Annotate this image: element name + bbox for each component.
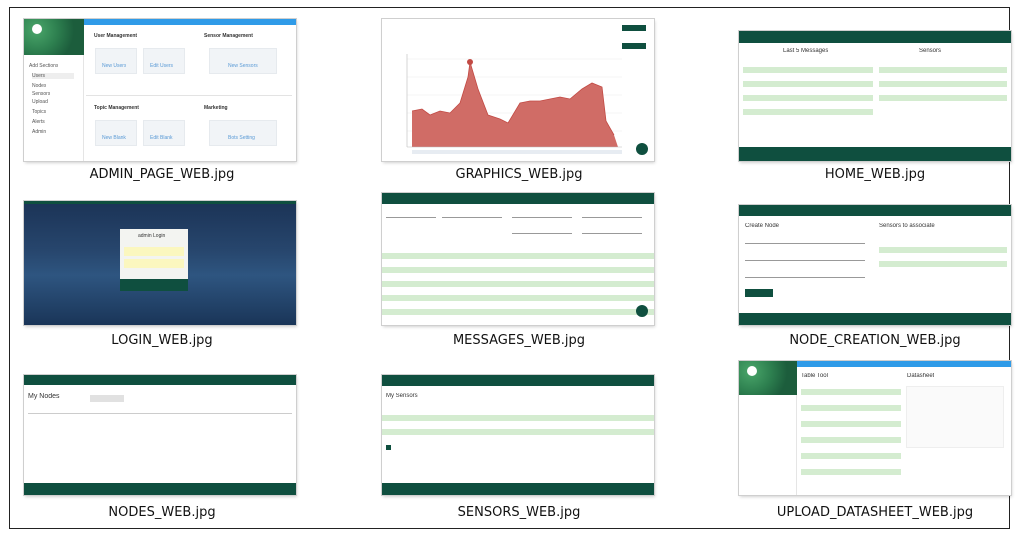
thumbnail-graphics: [382, 19, 654, 161]
nodes-title: My Nodes: [28, 393, 60, 400]
admin-button-2: New Sensors: [228, 63, 258, 69]
file-caption: UPLOAD_DATASHEET_WEB.jpg: [776, 505, 974, 520]
home-last-messages: Last 5 Messages: [783, 48, 829, 54]
thumbnail-messages: [382, 193, 654, 325]
thumbnail-upload-datasheet: Table Tool Datasheet: [739, 361, 1011, 495]
file-caption: HOME_WEB.jpg: [824, 167, 926, 182]
login-title: admin Login: [138, 233, 166, 239]
thumbnail-admin-page: Add Sections Users Nodes Sensors Upload …: [24, 19, 296, 161]
upload-datasheet: Datasheet: [907, 373, 935, 379]
file-caption: GRAPHICS_WEB.jpg: [455, 167, 583, 182]
admin-marketing: Marketing: [204, 105, 228, 111]
admin-button-3: New Blank: [102, 135, 126, 141]
home-sensors: Sensors: [919, 48, 942, 54]
thumbnail-sensors: My Sensors: [382, 375, 654, 495]
file-caption: NODE_CREATION_WEB.jpg: [789, 333, 961, 348]
thumbnail-login: admin Login: [24, 201, 296, 325]
sensors-title: My Sensors: [386, 393, 418, 399]
thumbnail-node-creation: Create Node Sensors to associate: [739, 205, 1011, 325]
file-caption: MESSAGES_WEB.jpg: [452, 333, 586, 348]
admin-button-4: Edit Blank: [150, 135, 173, 141]
admin-button-0: New Users: [102, 63, 127, 69]
admin-button-5: Bots Setting: [228, 135, 255, 141]
admin-sensor-management: Sensor Management: [204, 33, 253, 39]
file-caption: SENSORS_WEB.jpg: [457, 505, 581, 520]
admin-button-1: Edit Users: [150, 63, 174, 69]
node-sensors-title: Sensors to associate: [879, 223, 935, 229]
admin-topic-management: Topic Management: [94, 105, 139, 111]
area-chart: [406, 54, 622, 154]
file-caption: ADMIN_PAGE_WEB.jpg: [89, 167, 235, 182]
thumbnail-home: Last 5 Messages Sensors: [739, 31, 1011, 161]
node-create-title: Create Node: [745, 223, 780, 229]
file-browser-panel: Add Sections Users Nodes Sensors Upload …: [9, 7, 1011, 529]
file-caption: NODES_WEB.jpg: [108, 505, 216, 520]
upload-table-tool: Table Tool: [801, 373, 828, 379]
admin-user-management: User Management: [94, 33, 138, 39]
file-caption: LOGIN_WEB.jpg: [111, 333, 213, 348]
thumbnail-nodes: My Nodes: [24, 375, 296, 495]
